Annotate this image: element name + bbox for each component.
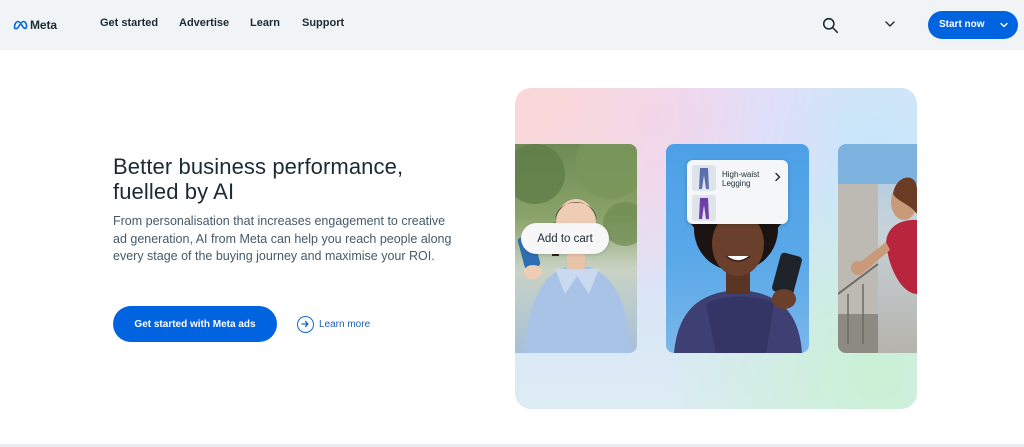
hero-body: From personalisation that increases enga… [113, 214, 452, 264]
nav-learn[interactable]: Learn [250, 17, 280, 29]
add-to-cart-chip: Add to cart [521, 223, 609, 254]
arrow-right-circle-icon [297, 315, 314, 333]
meta-logo-icon [13, 20, 28, 30]
start-now-label: Start now [939, 19, 985, 30]
chevron-down-icon [1000, 22, 1008, 28]
hero-headline: Better business performance, fuelled by … [113, 154, 473, 204]
product-name-line-1: High-waist [722, 170, 760, 179]
legging-thumbnail [692, 165, 716, 191]
product-card: High-waist Legging [687, 160, 788, 224]
learn-more-link[interactable]: Learn more [297, 315, 370, 333]
chevron-right-icon [775, 172, 781, 182]
nav-advertise[interactable]: Advertise [179, 17, 229, 29]
nav-support[interactable]: Support [302, 17, 344, 29]
learn-more-label: Learn more [319, 318, 371, 330]
hero-visual: Add to cart High-waist Legging [515, 88, 917, 409]
nav-get-started[interactable]: Get started [100, 17, 158, 29]
legging-thumbnail-alt [692, 195, 716, 221]
top-nav: Meta Get started Advertise Learn Support… [0, 0, 1024, 50]
photo-woman-phone: Add to cart [515, 144, 637, 353]
product-name-line-2: Legging [722, 179, 751, 188]
headline-line-1: Better business performance, [113, 154, 404, 179]
logo-text: Meta [30, 18, 57, 32]
start-now-button[interactable]: Start now [928, 11, 1018, 39]
product-name: High-waist Legging [722, 170, 772, 188]
get-started-with-meta-ads-button[interactable]: Get started with Meta ads [113, 306, 277, 342]
meta-logo[interactable]: Meta [13, 17, 57, 33]
search-icon[interactable] [822, 17, 839, 34]
chevron-down-icon[interactable] [884, 18, 896, 30]
photo-runner [838, 144, 917, 353]
headline-line-2: fuelled by AI [113, 179, 235, 204]
